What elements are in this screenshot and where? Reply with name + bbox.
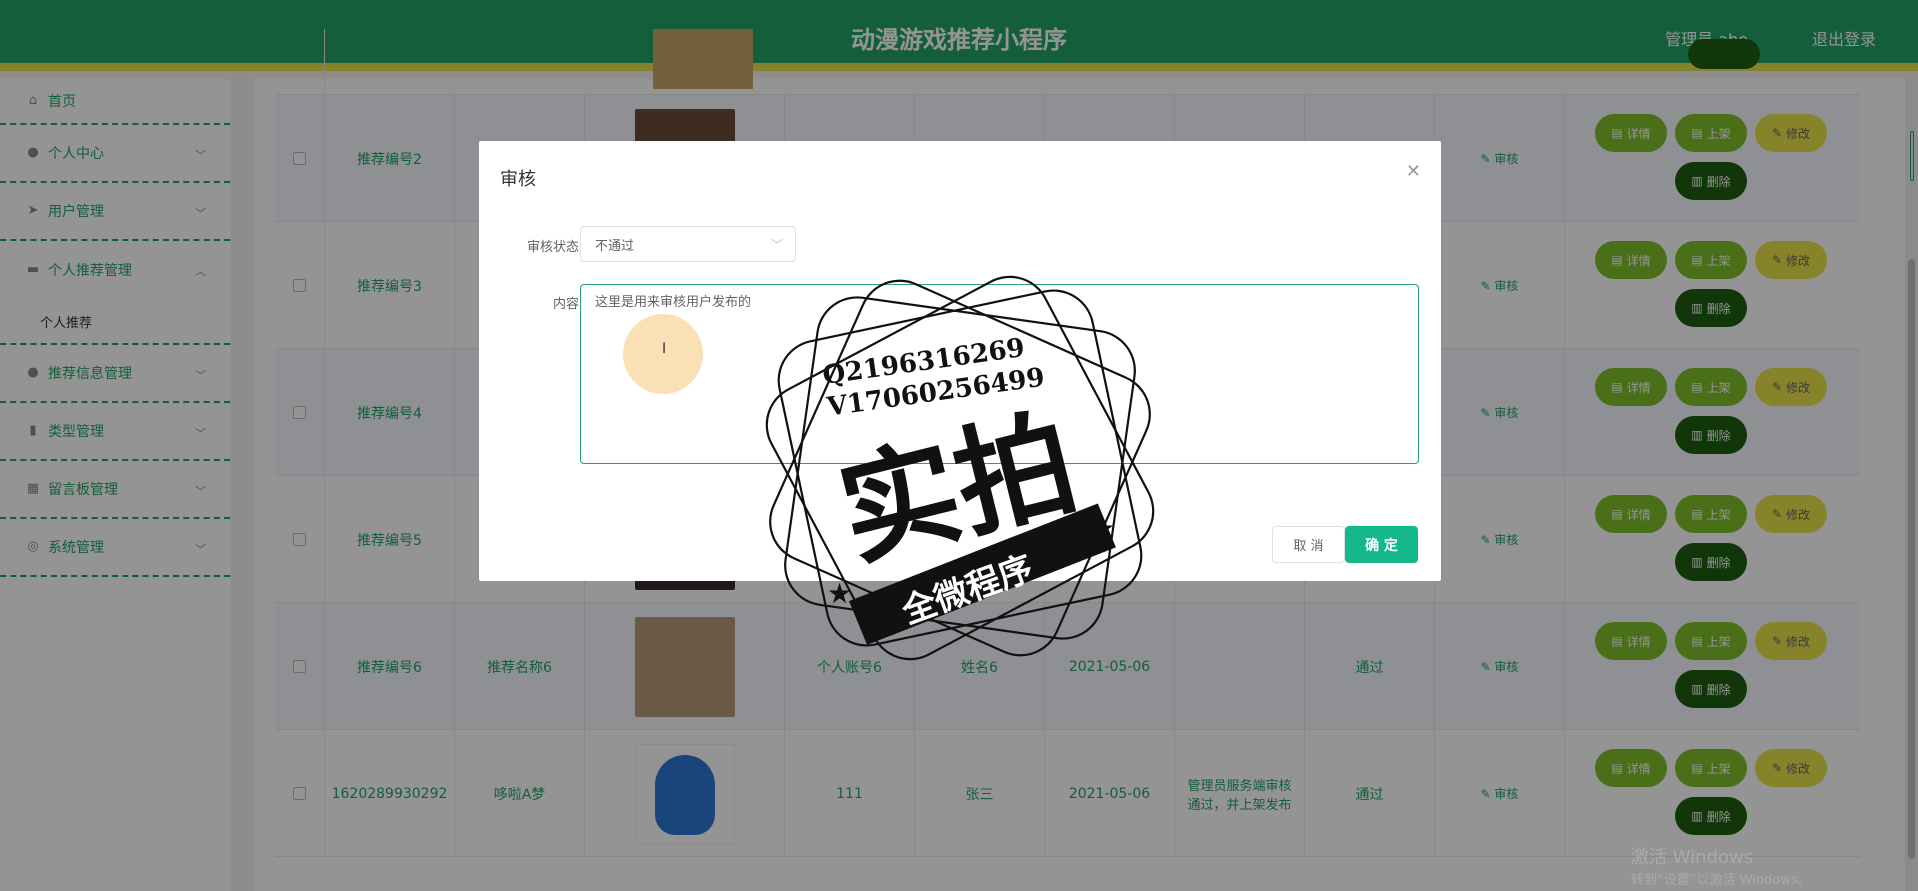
status-label: 审核状态 <box>526 240 579 255</box>
windows-activate-hint: 转到“设置”以激活 Windows。 <box>1631 873 1811 888</box>
dialog-title: 审核 <box>500 169 536 190</box>
text-cursor-icon: I <box>662 341 667 357</box>
cancel-button[interactable]: 取 消 <box>1272 526 1345 563</box>
status-select[interactable]: 不通过 ﹀ <box>580 226 796 262</box>
content-label: 内容 <box>552 297 579 312</box>
close-icon[interactable]: ✕ <box>1406 161 1421 182</box>
review-dialog: 审核 ✕ 审核状态 不通过 ﹀ 内容 这里是用来审核用户发布的 I 取 消 确 … <box>479 141 1441 581</box>
chevron-down-icon: ﹀ <box>770 238 783 252</box>
status-select-value: 不通过 <box>595 238 635 254</box>
confirm-button[interactable]: 确 定 <box>1345 526 1418 563</box>
content-textarea[interactable]: 这里是用来审核用户发布的 <box>580 284 1419 464</box>
windows-activate-title: 激活 Windows <box>1631 847 1754 868</box>
